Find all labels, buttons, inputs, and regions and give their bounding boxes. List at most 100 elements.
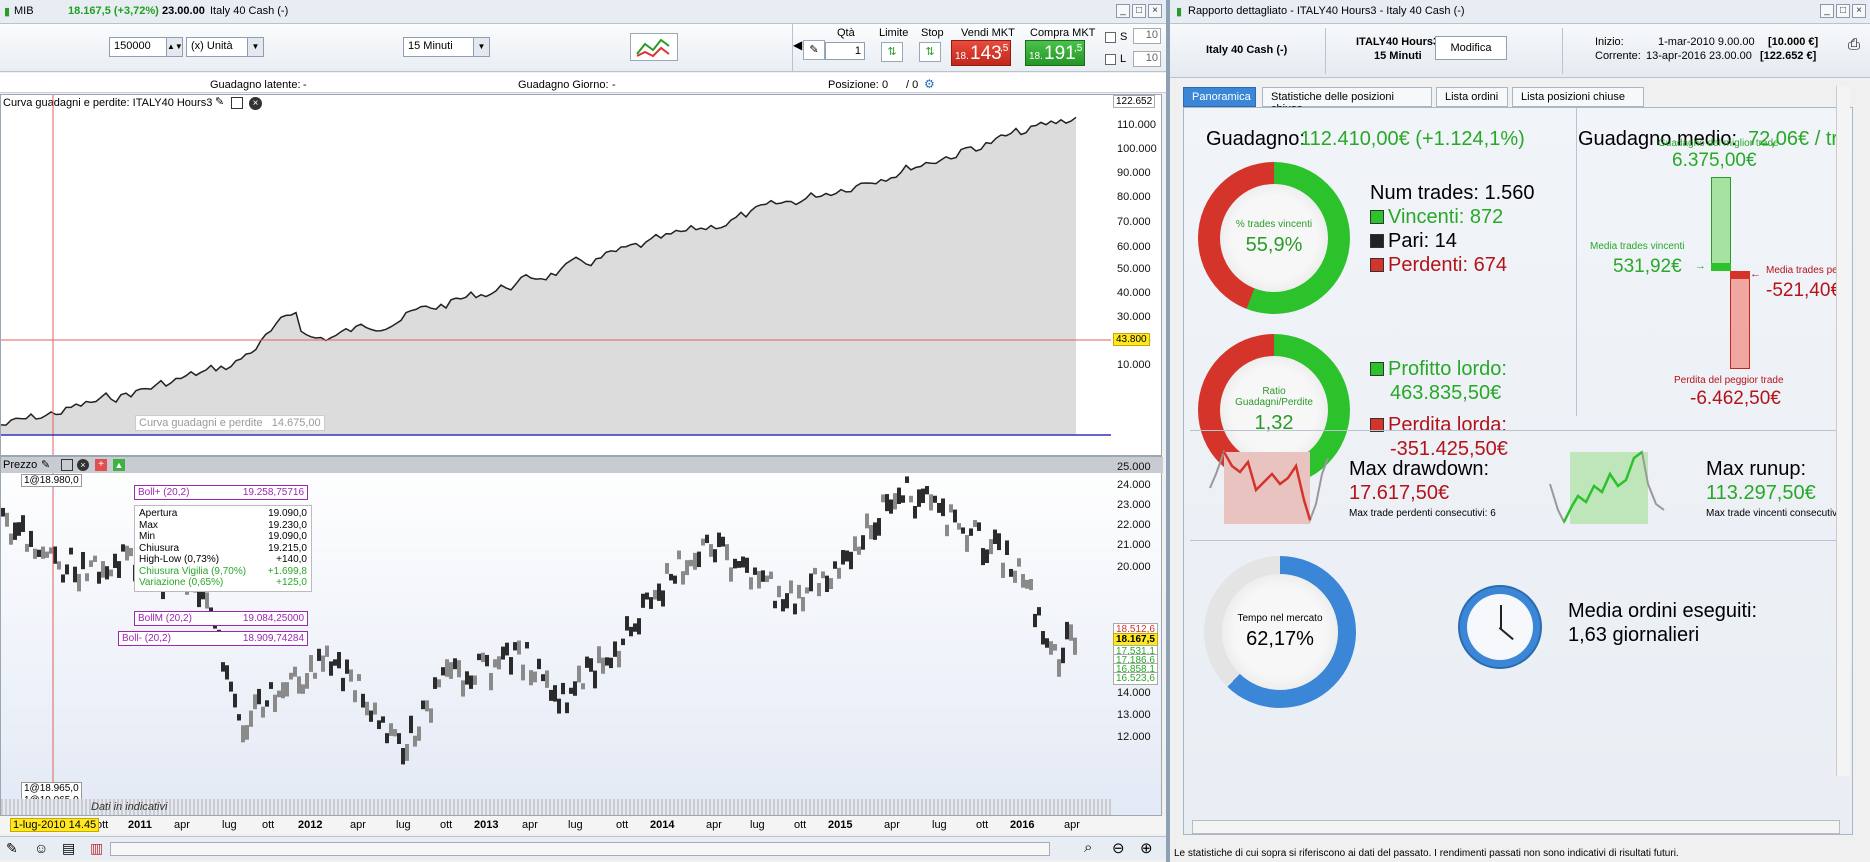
price-bar: [981, 548, 985, 566]
price-bar: [913, 505, 917, 519]
table-icon[interactable]: ▤: [62, 840, 75, 857]
modify-button[interactable]: Modifica: [1435, 36, 1507, 60]
best-trade-bar: [1711, 177, 1731, 271]
l-input[interactable]: 10: [1133, 51, 1161, 67]
minimize-button[interactable]: _: [1116, 4, 1130, 18]
price-bar: [805, 587, 809, 594]
horizontal-scrollbar[interactable]: [110, 842, 1050, 856]
price-bar: [953, 509, 957, 523]
latent-gain-label: Guadagno latente:: [210, 79, 301, 91]
price-bar: [289, 672, 293, 680]
gears-icon[interactable]: ⚙: [924, 77, 935, 91]
horizontal-scrollbar[interactable]: [1192, 820, 1840, 834]
y-tick-label: 12.000: [1117, 731, 1151, 743]
x-tick-label: apr: [706, 819, 722, 831]
x-tick-label: ott: [440, 819, 453, 831]
best-trade-value: 6.375,00€: [1672, 150, 1757, 171]
wrench-icon[interactable]: ✎: [803, 40, 825, 60]
price-bar: [205, 592, 209, 609]
price-bar: [933, 495, 937, 503]
list-icon[interactable]: ▥: [90, 840, 103, 857]
price-bar: [733, 558, 737, 569]
limit-order-button[interactable]: ⇅: [881, 42, 903, 62]
zoom-out-icon[interactable]: ⊖: [1112, 839, 1125, 857]
price-bar: [633, 623, 637, 632]
price-bar: [941, 498, 945, 517]
price-bar: [241, 725, 245, 743]
price-bar: [1037, 607, 1041, 616]
indicative-note: Dati in indicativi: [91, 801, 168, 813]
tab-4[interactable]: Lista posizioni chiuse: [1512, 87, 1644, 107]
draw-icon[interactable]: ✎: [6, 840, 18, 857]
price-bar: [77, 573, 81, 592]
tab-3[interactable]: Lista ordini: [1436, 87, 1508, 107]
close-panel-icon[interactable]: ×: [77, 459, 89, 471]
price-bar: [421, 700, 425, 710]
maximize-button[interactable]: □: [1836, 4, 1850, 18]
price-bar: [473, 675, 477, 685]
price-bar: [1013, 570, 1017, 583]
s-input[interactable]: 10: [1133, 28, 1161, 44]
tab-2[interactable]: Statistiche delle posizioni chiuse: [1262, 87, 1432, 115]
price-bar: [645, 592, 649, 600]
sell-market-button[interactable]: 18. 143 ,5: [951, 40, 1011, 66]
price-bar: [333, 659, 337, 666]
wrench-icon[interactable]: ✎: [41, 458, 50, 471]
price-bar: [917, 489, 921, 507]
even-row: Pari: 14: [1370, 230, 1457, 253]
order-qty-input[interactable]: [825, 42, 865, 60]
report-icon: ▮: [1176, 6, 1183, 18]
equity-chart: [1, 95, 1111, 455]
qty-mode-select[interactable]: (x) Unità ▼: [186, 37, 264, 57]
add-indicator-icon[interactable]: +: [95, 459, 107, 471]
price-bar: [1057, 659, 1061, 677]
sell-label: Vendi MKT: [961, 27, 1015, 39]
price-bar: [1061, 647, 1065, 664]
s-checkbox[interactable]: [1105, 32, 1116, 43]
price-bar: [9, 533, 13, 545]
tab-1[interactable]: Panoramica: [1183, 87, 1256, 107]
price-bar: [861, 535, 865, 550]
close-button[interactable]: ×: [1852, 4, 1866, 18]
people-icon[interactable]: ☺: [34, 840, 48, 856]
price-bar: [1045, 638, 1049, 648]
window-icon[interactable]: [61, 459, 73, 471]
price-bar: [513, 642, 517, 651]
price-bar: [45, 551, 49, 558]
close-button[interactable]: ×: [1148, 4, 1162, 18]
y-tick-label: 110.000: [1117, 119, 1156, 131]
price-panel-title: Prezzo: [3, 459, 38, 471]
move-up-icon[interactable]: ▲: [113, 459, 125, 471]
stop-order-button[interactable]: ⇅: [919, 42, 941, 62]
avg-loss-bar: [1730, 271, 1750, 279]
collapse-arrow-icon[interactable]: ◀: [793, 38, 802, 52]
zoom-in-icon[interactable]: ⊕: [1140, 839, 1153, 857]
price-bar: [869, 525, 873, 540]
chart-type-button[interactable]: [630, 33, 678, 61]
equity-cursor-tag: 43.800: [1113, 333, 1150, 346]
spinner-icon[interactable]: ▲▼: [166, 38, 183, 56]
zoom-fit-icon[interactable]: ⌕: [1084, 839, 1092, 856]
y-tick-label: 50.000: [1117, 263, 1151, 275]
print-icon[interactable]: ⎙: [1848, 36, 1860, 53]
price-bar: [5, 512, 9, 527]
report-instrument: Italy 40 Cash (-): [1206, 44, 1288, 56]
price-bar: [365, 701, 369, 716]
start-capital: [10.000 €]: [1768, 36, 1819, 48]
y-tick-label: 25.000: [1117, 461, 1151, 473]
timeframe-select[interactable]: 15 Minuti ▼: [403, 37, 490, 57]
maximize-button[interactable]: □: [1132, 4, 1146, 18]
price-bar: [317, 648, 321, 661]
quantity-field[interactable]: 150000 ▲▼: [109, 37, 183, 57]
gross-profit-value: 463.835,50€: [1390, 382, 1502, 404]
minimize-button[interactable]: _: [1820, 4, 1834, 18]
x-tick-label: lug: [396, 819, 411, 831]
buy-market-button[interactable]: 18. 191 ,5: [1025, 40, 1085, 66]
price-bar: [845, 550, 849, 562]
l-checkbox[interactable]: [1105, 54, 1116, 65]
price-bar: [621, 638, 625, 646]
price-bar: [353, 690, 357, 703]
price-bar: [557, 698, 561, 714]
x-tick-label: 2013: [474, 819, 499, 831]
vertical-scrollbar[interactable]: [1836, 86, 1850, 776]
